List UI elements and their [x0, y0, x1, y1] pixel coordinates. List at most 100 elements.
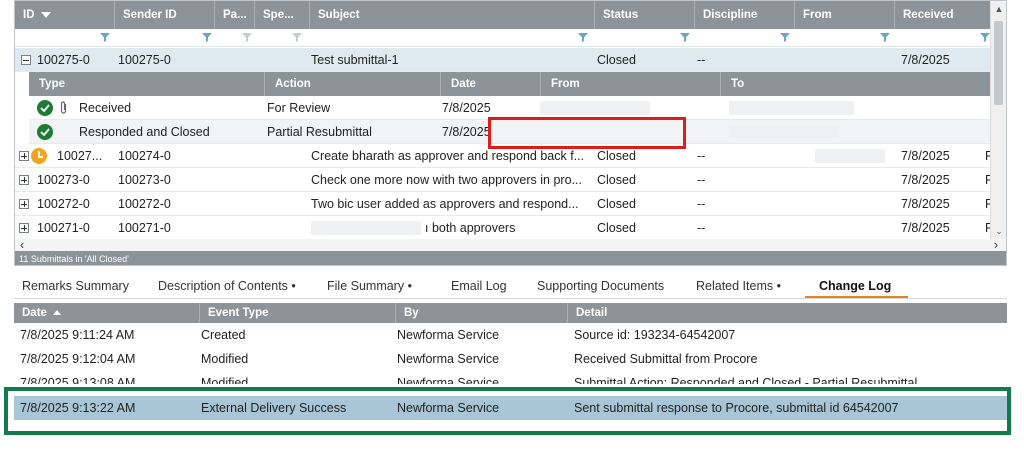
filter-icon[interactable] — [241, 31, 253, 43]
cell-subject: Test submittal-1 — [311, 53, 399, 67]
table-row[interactable]: 100271-0 100271-0 ı both approvers Close… — [15, 216, 993, 240]
col-id-label: ID — [23, 9, 35, 21]
col-header-subject[interactable]: Subject — [310, 1, 595, 29]
log-event: Modified — [201, 352, 249, 366]
cell-id: 10027... — [57, 149, 103, 163]
sort-desc-icon — [40, 11, 51, 18]
sort-asc-icon — [52, 310, 61, 316]
sub-col-to[interactable]: To — [721, 72, 992, 96]
expand-icon[interactable] — [19, 199, 29, 209]
tab-remarks-summary[interactable]: Remarks Summary — [22, 276, 129, 298]
cell-discipline: -- — [697, 149, 706, 163]
change-log-header: Date Event Type By Detail — [14, 303, 1007, 323]
cell-id: 100275-0 — [37, 53, 90, 67]
expand-icon[interactable] — [19, 175, 29, 185]
horizontal-scrollbar[interactable]: ‹ › — [15, 237, 1006, 252]
sub-cell-date: 7/8/2025 — [442, 101, 491, 115]
cell-subject: Two bic user added as approvers and resp… — [311, 197, 579, 211]
cell-discipline: -- — [697, 221, 706, 235]
tab-change-log[interactable]: Change Log — [819, 276, 891, 298]
cell-status: Closed — [597, 53, 636, 67]
cell-status: Closed — [597, 173, 636, 187]
col-header-discipline[interactable]: Discipline — [695, 1, 795, 29]
col-header-status[interactable]: Status — [595, 1, 695, 29]
sub-col-type[interactable]: Type — [29, 72, 265, 96]
check-icon — [37, 124, 53, 140]
col-header-spe[interactable]: Spe... — [255, 1, 310, 29]
log-row[interactable]: 7/8/2025 9:11:24 AM Created Newforma Ser… — [14, 323, 1007, 347]
scroll-up-icon[interactable]: ▲ — [991, 1, 1006, 17]
redacted-to — [729, 101, 854, 115]
cell-subject: ı both approvers — [425, 221, 516, 235]
filter-icon[interactable] — [201, 31, 213, 43]
table-row[interactable]: 100273-0 100273-0 Check one more now wit… — [15, 168, 993, 192]
filter-icon[interactable] — [879, 31, 891, 43]
sub-cell-date: 7/8/2025 — [442, 125, 491, 139]
filter-icon[interactable] — [577, 31, 589, 43]
table-row[interactable]: 100272-0 100272-0 Two bic user added as … — [15, 192, 993, 216]
log-detail: Received Submittal from Procore — [574, 352, 758, 366]
log-by: Newforma Service — [397, 328, 500, 342]
cell-received: 7/8/2025 — [901, 221, 950, 235]
cell-status: Closed — [597, 197, 636, 211]
log-event: Modified — [201, 376, 249, 384]
filter-icon[interactable] — [99, 31, 111, 43]
col-header-date[interactable]: Date — [14, 303, 200, 323]
log-row[interactable]: 7/8/2025 9:13:08 AM Modified Newforma Se… — [14, 371, 1007, 384]
cell-discipline: -- — [697, 197, 706, 211]
col-header-from[interactable]: From — [795, 1, 895, 29]
col-date-label: Date — [22, 307, 47, 319]
tab-related-items[interactable]: Related Items • — [696, 276, 781, 298]
green-highlight-box — [4, 387, 1011, 435]
scroll-thumb[interactable] — [994, 21, 1003, 105]
cell-received: 7/8/2025 — [901, 149, 950, 163]
paperclip-icon — [60, 101, 67, 114]
scroll-left-icon[interactable]: ‹ — [16, 237, 28, 252]
filter-icon[interactable] — [679, 31, 691, 43]
log-by: Newforma Service — [397, 352, 500, 366]
tab-email-log[interactable]: Email Log — [451, 276, 507, 298]
col-header-sender-id[interactable]: Sender ID — [115, 1, 215, 29]
table-row-expanded[interactable]: 100275-0 100275-0 Test submittal-1 Close… — [15, 48, 990, 72]
scroll-right-icon[interactable]: › — [990, 237, 1002, 252]
cell-subject: Check one more now with two approvers in… — [311, 173, 582, 187]
collapse-icon[interactable] — [21, 55, 31, 65]
col-header-event-type[interactable]: Event Type — [200, 303, 396, 323]
grid-header: ID Sender ID Pa... Spe... Subject Status… — [15, 1, 1006, 29]
cell-status: Closed — [597, 221, 636, 235]
expand-icon[interactable] — [19, 223, 29, 233]
col-header-by[interactable]: By — [396, 303, 568, 323]
sub-col-from[interactable]: From — [541, 72, 721, 96]
filter-icon[interactable] — [291, 31, 303, 43]
col-header-id[interactable]: ID — [15, 1, 115, 29]
expand-icon[interactable] — [19, 151, 29, 161]
cell-sender-id: 100272-0 — [118, 197, 171, 211]
sub-cell-type: Received — [79, 101, 132, 115]
log-row[interactable]: 7/8/2025 9:12:04 AM Modified Newforma Se… — [14, 347, 1007, 371]
sub-col-date[interactable]: Date — [441, 72, 541, 96]
vertical-scrollbar[interactable]: ▲ ⌄ — [990, 1, 1006, 239]
sub-cell-action: Partial Resubmittal — [267, 125, 372, 139]
col-header-received[interactable]: Received — [895, 1, 992, 29]
log-date: 7/8/2025 9:11:24 AM — [20, 328, 135, 342]
sub-cell-type: Responded and Closed — [79, 125, 210, 139]
cell-discipline: -- — [697, 53, 706, 67]
log-date: 7/8/2025 9:12:04 AM — [20, 352, 136, 366]
tabs-divider — [14, 298, 1007, 299]
cell-sender-id: 100273-0 — [118, 173, 171, 187]
cell-received: 7/8/2025 — [901, 173, 950, 187]
sub-col-action[interactable]: Action — [265, 72, 441, 96]
cell-id: 100273-0 — [37, 173, 90, 187]
tab-file-summary[interactable]: File Summary • — [327, 276, 412, 298]
tab-supporting-documents[interactable]: Supporting Documents — [537, 276, 664, 298]
cell-sender-id: 100271-0 — [118, 221, 171, 235]
tab-description-of-contents[interactable]: Description of Contents • — [158, 276, 296, 298]
log-detail: Source id: 193234-64542007 — [574, 328, 736, 342]
filter-icon[interactable] — [779, 31, 791, 43]
col-header-pa[interactable]: Pa... — [215, 1, 255, 29]
redacted-from — [815, 149, 885, 163]
detail-tabs: Remarks Summary Description of Contents … — [14, 276, 1007, 298]
col-header-detail[interactable]: Detail — [568, 303, 1007, 323]
sub-grid-header: Type Action Date From To — [29, 72, 992, 96]
cell-id: 100272-0 — [37, 197, 90, 211]
